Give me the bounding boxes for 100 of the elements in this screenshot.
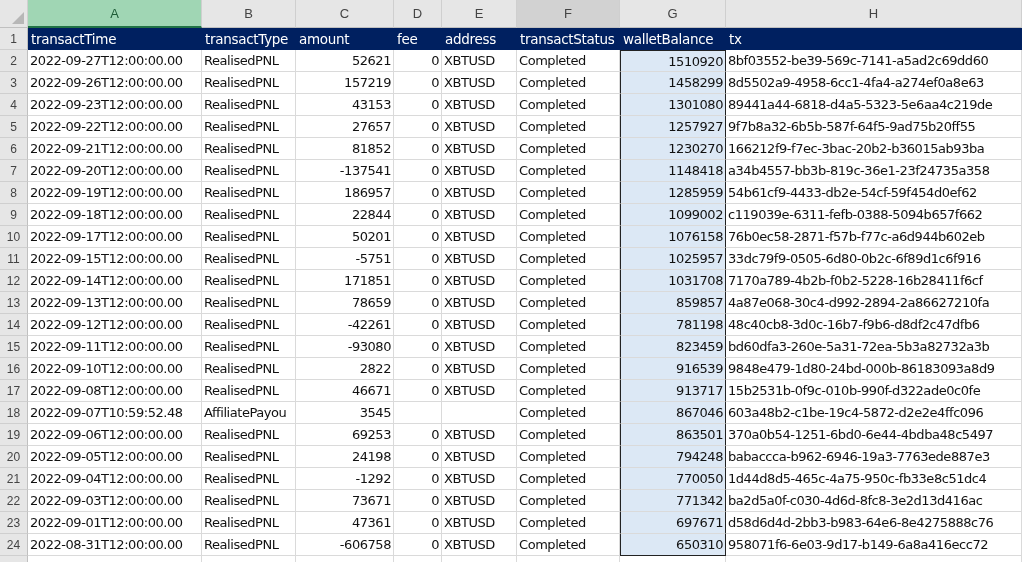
table-cell: c119039e-6311-fefb-0388-5094b657f662 bbox=[726, 204, 1022, 226]
column-header[interactable]: G bbox=[620, 0, 726, 28]
header-cell: transactTime bbox=[28, 28, 202, 50]
select-all-icon[interactable] bbox=[12, 12, 24, 24]
row-header[interactable]: 2 bbox=[0, 50, 28, 72]
table-cell: 0 bbox=[394, 512, 442, 534]
table-cell: 0 bbox=[394, 358, 442, 380]
row-header[interactable]: 20 bbox=[0, 446, 28, 468]
row-header[interactable]: 15 bbox=[0, 336, 28, 358]
table-cell: 69253 bbox=[296, 424, 394, 446]
table-cell: RealisedPNL bbox=[202, 160, 296, 182]
table-cell: XBTUSD bbox=[442, 534, 517, 556]
table-cell: 2022-09-12T12:00:00.00 bbox=[28, 314, 202, 336]
table-cell: 1301080 bbox=[620, 94, 726, 116]
table-cell: 0 bbox=[394, 446, 442, 468]
table-cell: XBTUSD bbox=[442, 204, 517, 226]
table-cell: XBTUSD bbox=[442, 248, 517, 270]
table-cell: XBTUSD bbox=[442, 270, 517, 292]
row-header[interactable]: 6 bbox=[0, 138, 28, 160]
table-cell: 1285959 bbox=[620, 182, 726, 204]
table-cell: 0 bbox=[394, 72, 442, 94]
table-cell: RealisedPNL bbox=[202, 358, 296, 380]
column-header[interactable]: B bbox=[202, 0, 296, 28]
table-cell: 913717 bbox=[620, 380, 726, 402]
row-header[interactable]: 14 bbox=[0, 314, 28, 336]
table-cell: 603a48b2-c1be-19c4-5872-d2e2e4ffc096 bbox=[726, 402, 1022, 424]
column-header[interactable]: H bbox=[726, 0, 1022, 28]
table-cell: 0 bbox=[394, 182, 442, 204]
table-cell: 2022-09-04T12:00:00.00 bbox=[28, 468, 202, 490]
table-cell: 50201 bbox=[296, 226, 394, 248]
row-header[interactable]: 11 bbox=[0, 248, 28, 270]
column-header[interactable]: D bbox=[394, 0, 442, 28]
table-cell: 157219 bbox=[296, 72, 394, 94]
table-cell: 24198 bbox=[296, 446, 394, 468]
table-cell: 794248 bbox=[620, 446, 726, 468]
table-cell: 0 bbox=[394, 50, 442, 72]
table-cell: 650310 bbox=[620, 534, 726, 556]
row-header[interactable]: 4 bbox=[0, 94, 28, 116]
table-cell: -1292 bbox=[296, 468, 394, 490]
table-cell: 1230270 bbox=[620, 138, 726, 160]
table-cell: RealisedPNL bbox=[202, 490, 296, 512]
table-cell: XBTUSD bbox=[442, 226, 517, 248]
row-header[interactable]: 1 bbox=[0, 28, 28, 50]
table-cell: 2022-09-17T12:00:00.00 bbox=[28, 226, 202, 248]
row-header[interactable]: 8 bbox=[0, 182, 28, 204]
table-cell: 166212f9-f7ec-3bac-20b2-b36015ab93ba bbox=[726, 138, 1022, 160]
row-header[interactable]: 17 bbox=[0, 380, 28, 402]
table-cell: 863501 bbox=[620, 424, 726, 446]
table-cell: 2822 bbox=[296, 358, 394, 380]
row-header[interactable]: 7 bbox=[0, 160, 28, 182]
row-header[interactable]: 19 bbox=[0, 424, 28, 446]
table-cell: 697671 bbox=[620, 512, 726, 534]
table-cell: 2022-09-07T10:59:52.48 bbox=[28, 402, 202, 424]
table-cell: RealisedPNL bbox=[202, 446, 296, 468]
table-cell: 0 bbox=[394, 424, 442, 446]
row-header[interactable]: 18 bbox=[0, 402, 28, 424]
table-cell: 1025957 bbox=[620, 248, 726, 270]
table-cell: 47361 bbox=[296, 512, 394, 534]
row-header[interactable]: 12 bbox=[0, 270, 28, 292]
table-cell: RealisedPNL bbox=[202, 292, 296, 314]
row-header[interactable]: 21 bbox=[0, 468, 28, 490]
table-cell: 2022-09-18T12:00:00.00 bbox=[28, 204, 202, 226]
table-cell: 76b0ec58-2871-f57b-f77c-a6d944b602eb bbox=[726, 226, 1022, 248]
table-cell: 823459 bbox=[620, 336, 726, 358]
table-cell: 4a87e068-30c4-d992-2894-2a86627210fa bbox=[726, 292, 1022, 314]
table-cell: 0 bbox=[394, 314, 442, 336]
table-cell: 2022-09-13T12:00:00.00 bbox=[28, 292, 202, 314]
table-cell: XBTUSD bbox=[442, 490, 517, 512]
table-cell: 0 bbox=[394, 160, 442, 182]
header-cell: transactType bbox=[202, 28, 296, 50]
column-header[interactable]: A bbox=[28, 0, 202, 28]
column-header[interactable]: E bbox=[442, 0, 517, 28]
row-header[interactable]: 10 bbox=[0, 226, 28, 248]
header-cell: address bbox=[442, 28, 517, 50]
table-cell: XBTUSD bbox=[442, 292, 517, 314]
table-cell: 2022-08-31T12:00:00.00 bbox=[28, 534, 202, 556]
table-cell: XBTUSD bbox=[442, 380, 517, 402]
column-header[interactable]: C bbox=[296, 0, 394, 28]
row-header[interactable]: 16 bbox=[0, 358, 28, 380]
row-header[interactable]: 13 bbox=[0, 292, 28, 314]
table-cell: RealisedPNL bbox=[202, 512, 296, 534]
table-cell: RealisedPNL bbox=[202, 116, 296, 138]
table-cell: 0 bbox=[394, 292, 442, 314]
row-header[interactable]: 24 bbox=[0, 534, 28, 556]
row-header[interactable]: 23 bbox=[0, 512, 28, 534]
column-header[interactable]: F bbox=[517, 0, 620, 28]
table-cell: XBTUSD bbox=[442, 314, 517, 336]
table-cell: -606758 bbox=[296, 534, 394, 556]
table-cell: 27657 bbox=[296, 116, 394, 138]
row-header[interactable]: 22 bbox=[0, 490, 28, 512]
table-cell: 0 bbox=[394, 116, 442, 138]
row-header[interactable]: 9 bbox=[0, 204, 28, 226]
table-cell: 770050 bbox=[620, 468, 726, 490]
table-cell: 1076158 bbox=[620, 226, 726, 248]
table-cell: babaccca-b962-6946-19a3-7763ede887e3 bbox=[726, 446, 1022, 468]
table-cell: 0 bbox=[394, 468, 442, 490]
row-header[interactable]: 5 bbox=[0, 116, 28, 138]
row-header[interactable]: 3 bbox=[0, 72, 28, 94]
table-cell: 0 bbox=[394, 380, 442, 402]
table-cell: 8d5502a9-4958-6cc1-4fa4-a274ef0a8e63 bbox=[726, 72, 1022, 94]
